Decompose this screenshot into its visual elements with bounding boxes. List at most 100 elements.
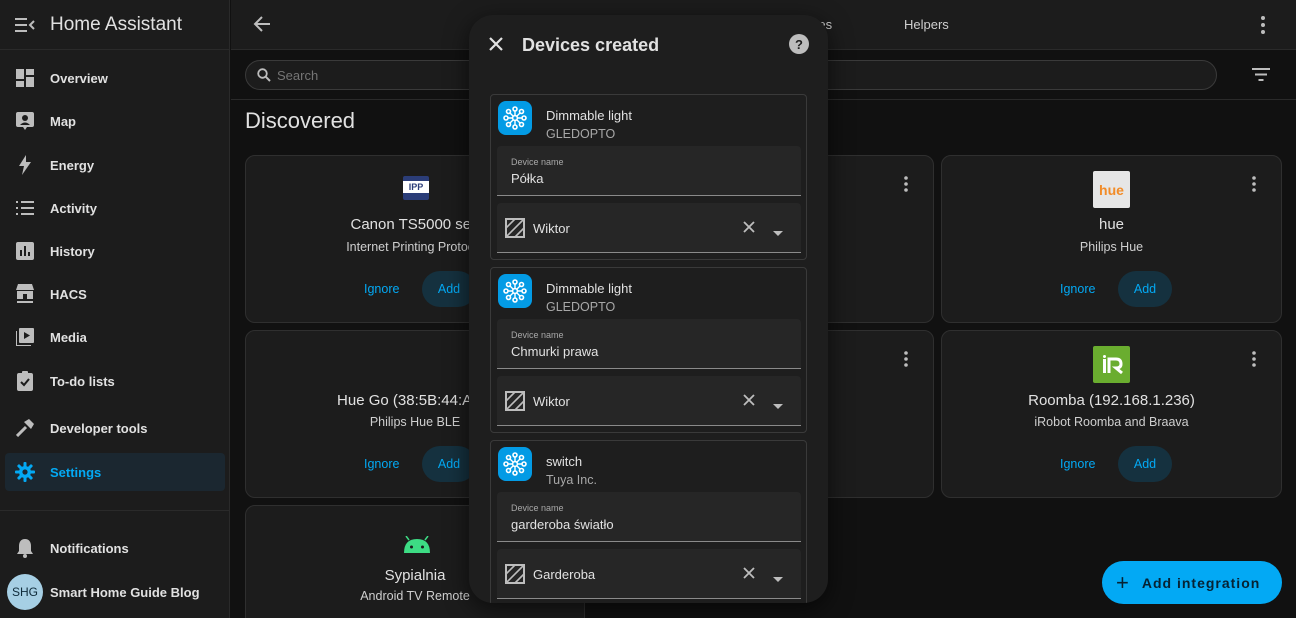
sidebar-divider xyxy=(0,510,230,511)
area-picker[interactable]: Garderoba xyxy=(497,549,801,599)
device-name-field[interactable]: Device name Półka xyxy=(497,146,801,196)
area-value: Wiktor xyxy=(533,394,570,409)
card-title: hue xyxy=(1098,216,1125,233)
sidebar-item-label: Developer tools xyxy=(50,420,148,436)
device-model: Dimmable light xyxy=(546,108,632,123)
sidebar-item-activity[interactable]: Activity xyxy=(5,189,225,227)
clear-icon[interactable] xyxy=(742,566,756,585)
device-model: Dimmable light xyxy=(546,281,632,296)
device-header: Dimmable light GLEDOPTO xyxy=(498,101,632,141)
hacs-icon xyxy=(5,284,45,304)
device-entry: Dimmable light GLEDOPTO Device name Chmu… xyxy=(490,267,807,433)
sidebar-item-map[interactable]: Map xyxy=(5,102,225,140)
irobot-logo xyxy=(1093,346,1130,383)
sidebar-item-media[interactable]: Media xyxy=(5,318,225,356)
dropdown-arrow-icon[interactable] xyxy=(773,224,783,242)
device-name-field[interactable]: Device name Chmurki prawa xyxy=(497,319,801,369)
add-button[interactable]: Add xyxy=(1118,271,1172,307)
menu-icon[interactable] xyxy=(0,17,50,33)
sidebar-header: Home Assistant xyxy=(0,0,229,50)
device-entry: Dimmable light GLEDOPTO Device name Półk… xyxy=(490,94,807,260)
dropdown-arrow-icon[interactable] xyxy=(773,397,783,415)
area-value: Wiktor xyxy=(533,221,570,236)
dashboard-icon xyxy=(5,69,45,87)
device-entry: switch Tuya Inc. Device name garderoba ś… xyxy=(490,440,807,603)
card-menu-icon[interactable] xyxy=(1251,351,1257,372)
svg-text:?: ? xyxy=(795,37,803,52)
sidebar-item-user[interactable]: SHG Smart Home Guide Blog xyxy=(5,573,225,611)
sidebar-item-label: Overview xyxy=(50,70,108,86)
sidebar-item-label: Activity xyxy=(50,200,97,216)
lightning-icon xyxy=(5,155,45,175)
integration-card-roomba: Roomba (192.168.1.236) iRobot Roomba and… xyxy=(941,330,1282,498)
gear-icon xyxy=(5,462,45,482)
search-icon xyxy=(257,68,271,82)
chart-icon xyxy=(5,242,45,260)
sidebar-item-label: Notifications xyxy=(50,540,129,556)
user-name: Smart Home Guide Blog xyxy=(50,584,200,600)
ipp-logo: IPP xyxy=(403,176,429,200)
add-integration-button[interactable]: + Add integration xyxy=(1102,561,1282,604)
area-icon xyxy=(505,564,525,589)
add-button[interactable]: Add xyxy=(1118,446,1172,482)
field-label: Device name xyxy=(511,330,564,340)
sidebar-item-developer-tools[interactable]: Developer tools xyxy=(5,409,225,447)
overflow-menu-icon[interactable] xyxy=(1260,16,1266,39)
add-integration-label: Add integration xyxy=(1141,574,1261,591)
zigbee-icon xyxy=(498,447,532,481)
ignore-button[interactable]: Ignore xyxy=(1060,457,1095,471)
sidebar-item-label: HACS xyxy=(50,286,87,302)
device-manufacturer: GLEDOPTO xyxy=(546,300,616,314)
device-name-value: Chmurki prawa xyxy=(511,344,599,359)
device-header: switch Tuya Inc. xyxy=(498,447,597,487)
area-icon xyxy=(505,391,525,416)
sidebar-item-label: History xyxy=(50,243,95,259)
close-icon[interactable] xyxy=(486,34,506,59)
sidebar-item-hacs[interactable]: HACS xyxy=(5,275,225,313)
clear-icon[interactable] xyxy=(742,393,756,412)
area-value: Garderoba xyxy=(533,567,596,582)
device-name-field[interactable]: Device name garderoba światło xyxy=(497,492,801,542)
plus-icon: + xyxy=(1116,569,1130,595)
list-icon xyxy=(5,200,45,216)
card-menu-icon[interactable] xyxy=(903,351,909,372)
zigbee-icon xyxy=(498,274,532,308)
android-icon xyxy=(402,535,432,559)
sidebar-item-energy[interactable]: Energy xyxy=(5,146,225,184)
sidebar-item-label: Settings xyxy=(50,464,102,480)
card-menu-icon[interactable] xyxy=(903,176,909,197)
sidebar-item-label: To-do lists xyxy=(50,373,115,389)
back-arrow-icon[interactable] xyxy=(253,15,271,38)
bell-icon xyxy=(5,538,45,558)
add-button[interactable]: Add xyxy=(422,271,476,307)
card-title: Roomba (192.168.1.236) xyxy=(1028,392,1195,409)
device-manufacturer: GLEDOPTO xyxy=(546,127,616,141)
ignore-button[interactable]: Ignore xyxy=(364,457,399,471)
tab-helpers[interactable]: Helpers xyxy=(904,17,949,32)
sidebar-item-history[interactable]: History xyxy=(5,232,225,270)
help-icon[interactable]: ? xyxy=(789,34,809,59)
app-title: Home Assistant xyxy=(50,13,182,35)
clear-icon[interactable] xyxy=(742,220,756,239)
field-label: Device name xyxy=(511,503,564,513)
device-name-value: garderoba światło xyxy=(511,517,614,532)
area-picker[interactable]: Wiktor xyxy=(497,203,801,253)
add-button[interactable]: Add xyxy=(422,446,476,482)
ignore-button[interactable]: Ignore xyxy=(364,282,399,296)
device-header: Dimmable light GLEDOPTO xyxy=(498,274,632,314)
area-picker[interactable]: Wiktor xyxy=(497,376,801,426)
integration-card-hue: hue hue Philips Hue Ignore Add xyxy=(941,155,1282,323)
card-subtitle: Philips Hue xyxy=(1079,240,1144,254)
sidebar-item-todo[interactable]: To-do lists xyxy=(5,362,225,400)
dropdown-arrow-icon[interactable] xyxy=(773,570,783,588)
ignore-button[interactable]: Ignore xyxy=(1060,282,1095,296)
sidebar-item-notifications[interactable]: Notifications xyxy=(5,529,225,567)
zigbee-icon xyxy=(498,101,532,135)
sidebar-item-settings[interactable]: Settings xyxy=(5,453,225,491)
sidebar-item-label: Energy xyxy=(50,157,95,173)
hammer-icon xyxy=(5,419,45,437)
filter-icon[interactable] xyxy=(1252,68,1270,86)
sidebar-item-overview[interactable]: Overview xyxy=(5,59,225,97)
card-menu-icon[interactable] xyxy=(1251,176,1257,197)
media-icon xyxy=(5,328,45,346)
